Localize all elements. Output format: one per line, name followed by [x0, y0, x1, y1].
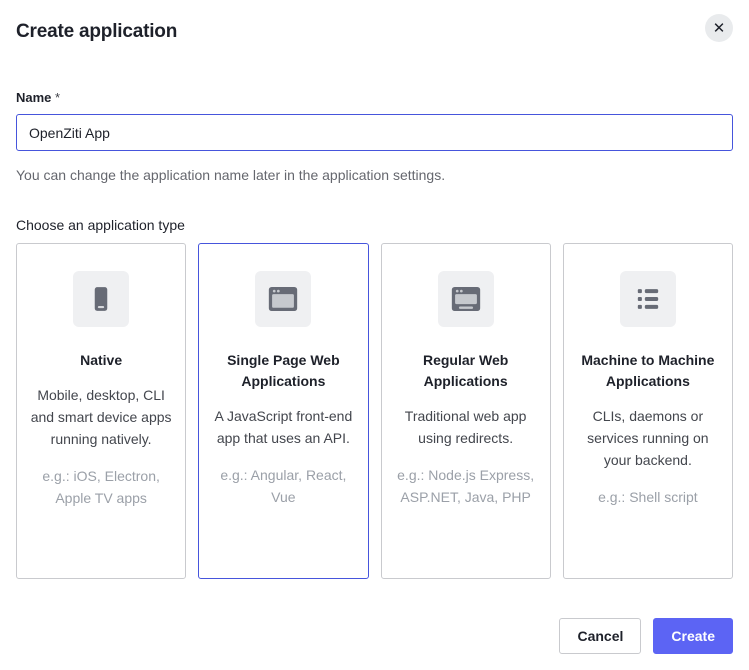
card-single-page-web-applications[interactable]: Single Page Web Applications A JavaScrip…	[198, 243, 368, 579]
cancel-button[interactable]: Cancel	[559, 618, 641, 654]
close-icon: ✕	[713, 21, 726, 36]
card-example: e.g.: Angular, React, Vue	[211, 464, 355, 508]
card-title: Native	[80, 350, 122, 371]
create-application-modal: Create application ✕ Name * You can chan…	[0, 0, 749, 670]
name-label-text: Name	[16, 90, 51, 105]
modal-header: Create application ✕	[16, 14, 733, 43]
application-type-cards: Native Mobile, desktop, CLI and smart de…	[16, 243, 733, 579]
card-machine-to-machine-applications[interactable]: Machine to Machine Applications CLIs, da…	[563, 243, 733, 579]
card-title: Single Page Web Applications	[211, 350, 355, 392]
card-example: e.g.: Shell script	[598, 486, 698, 508]
card-description: A JavaScript front-end app that uses an …	[211, 405, 355, 449]
name-helper-text: You can change the application name late…	[16, 166, 733, 184]
card-description: CLIs, daemons or services running on you…	[576, 405, 720, 471]
name-input[interactable]	[16, 114, 733, 151]
card-regular-web-applications[interactable]: Regular Web Applications Traditional web…	[381, 243, 551, 579]
name-section: Name * You can change the application na…	[16, 90, 733, 184]
create-button[interactable]: Create	[653, 618, 733, 654]
server-icon	[438, 271, 494, 327]
browser-icon	[255, 271, 311, 327]
application-type-section: Choose an application type Native Mobile…	[16, 184, 733, 579]
name-label: Name *	[16, 90, 733, 105]
card-title: Machine to Machine Applications	[576, 350, 720, 392]
modal-footer: Cancel Create	[16, 618, 733, 654]
card-native[interactable]: Native Mobile, desktop, CLI and smart de…	[16, 243, 186, 579]
card-title: Regular Web Applications	[394, 350, 538, 392]
required-asterisk: *	[55, 90, 60, 105]
close-button[interactable]: ✕	[705, 14, 733, 42]
card-description: Traditional web app using redirects.	[394, 405, 538, 449]
mobile-icon	[73, 271, 129, 327]
card-example: e.g.: Node.js Express, ASP.NET, Java, PH…	[394, 464, 538, 508]
page-title: Create application	[16, 21, 177, 43]
card-example: e.g.: iOS, Electron, Apple TV apps	[29, 465, 173, 509]
card-description: Mobile, desktop, CLI and smart device ap…	[29, 384, 173, 450]
list-icon	[620, 271, 676, 327]
type-section-label: Choose an application type	[16, 217, 733, 233]
